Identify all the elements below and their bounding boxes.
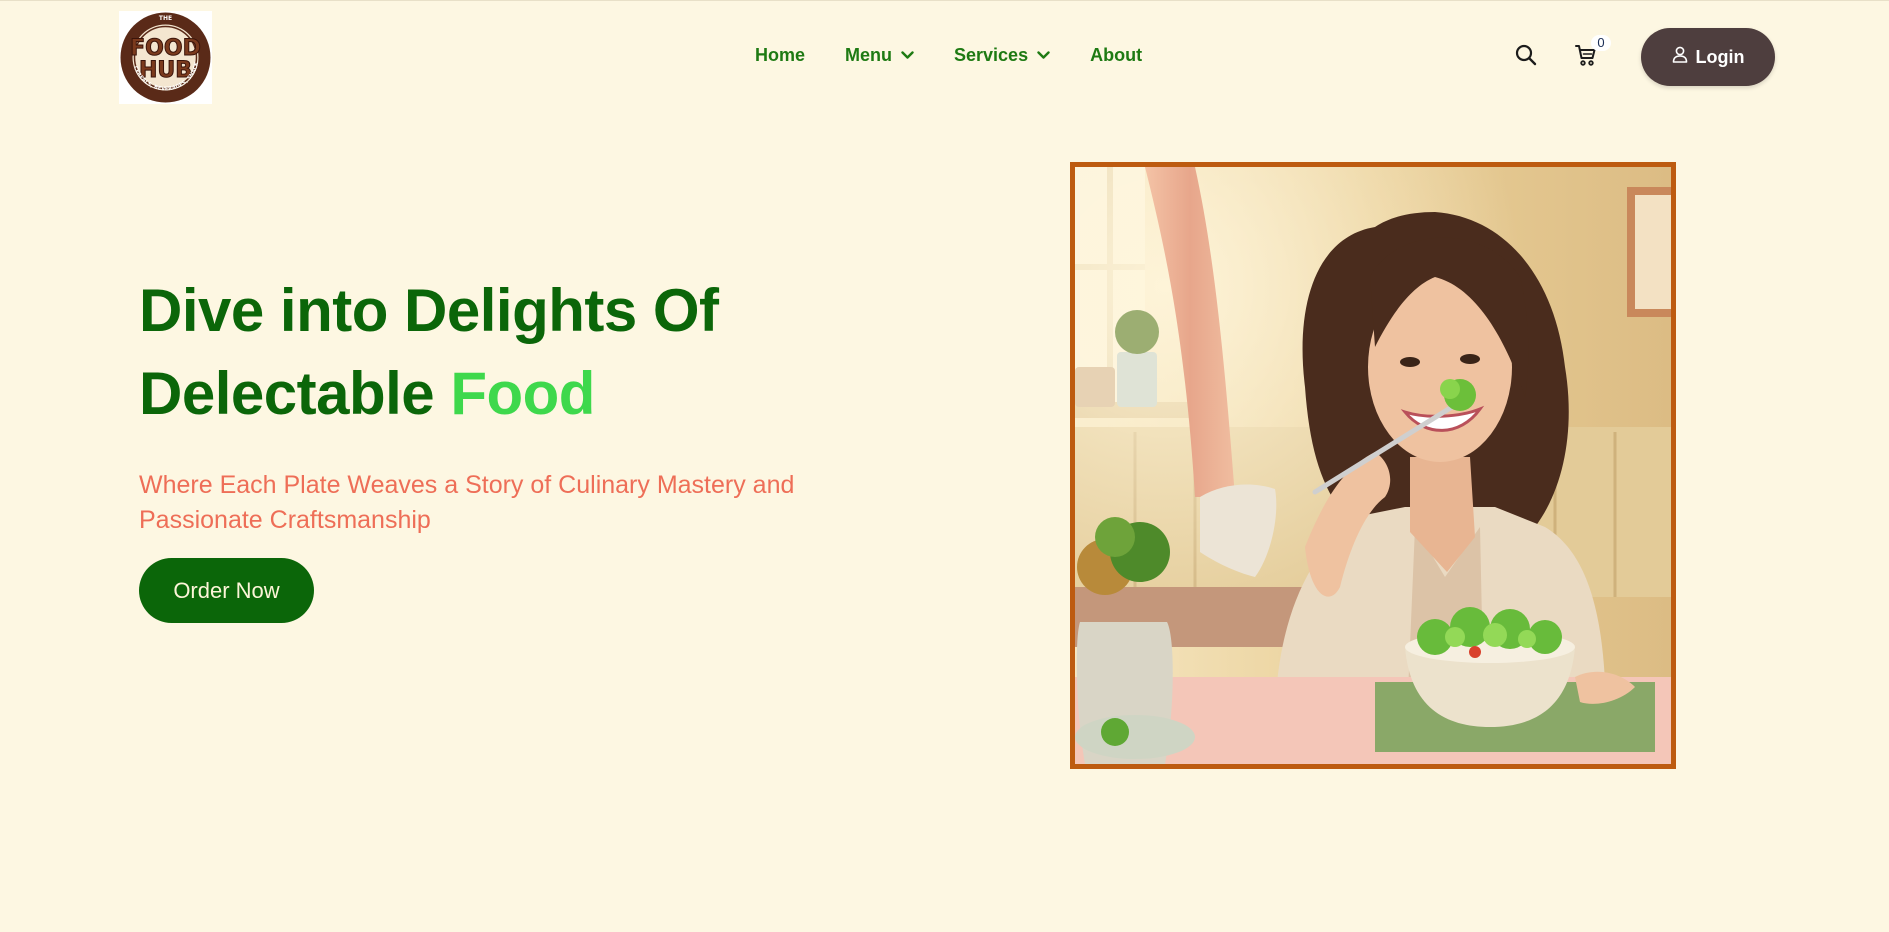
cart-count-badge: 0 (1591, 35, 1611, 51)
login-label: Login (1695, 46, 1745, 67)
logo-top-text: THE (159, 15, 172, 22)
search-icon (1514, 43, 1538, 72)
header-actions: 0 Login (1511, 28, 1775, 86)
nav-item-services-label: Services (954, 45, 1029, 65)
nav-item-menu[interactable]: Menu (845, 45, 914, 66)
nav-item-about-label: About (1090, 45, 1143, 65)
nav-item-about[interactable]: About (1090, 45, 1142, 66)
main-nav: Home Menu Services About (755, 45, 1182, 66)
login-button[interactable]: Login (1641, 28, 1775, 86)
page: THE FOOD HUB CEREALS, BEVERAGES, SNACKS … (0, 0, 1889, 932)
logo-line2: HUB (139, 58, 192, 83)
nav-item-services[interactable]: Services (954, 45, 1050, 66)
hero-title: Dive into Delights Of Delectable Food (139, 269, 719, 435)
chevron-down-icon (901, 51, 914, 60)
order-now-button[interactable]: Order Now (139, 558, 314, 623)
user-icon (1672, 46, 1688, 68)
food-hub-logo[interactable]: THE FOOD HUB CEREALS, BEVERAGES, SNACKS (119, 11, 212, 104)
cart-button[interactable]: 0 (1571, 35, 1611, 72)
nav-item-home[interactable]: Home (755, 45, 805, 66)
hero-subtitle: Where Each Plate Weaves a Story of Culin… (139, 471, 795, 534)
hero-title-accent: Food (450, 360, 595, 427)
hero-title-line2: Delectable (139, 360, 451, 427)
nav-item-menu-label: Menu (845, 45, 893, 65)
hero-title-line1: Dive into Delights Of (139, 277, 719, 344)
hero-image (1070, 162, 1676, 769)
order-now-label: Order Now (173, 577, 280, 603)
search-button[interactable] (1511, 42, 1541, 72)
logo-emblem: THE FOOD HUB CEREALS, BEVERAGES, SNACKS (119, 11, 211, 103)
nav-item-home-label: Home (755, 45, 806, 65)
chevron-down-icon (1037, 51, 1050, 60)
woman-eating-salad-illustration (1075, 167, 1671, 764)
